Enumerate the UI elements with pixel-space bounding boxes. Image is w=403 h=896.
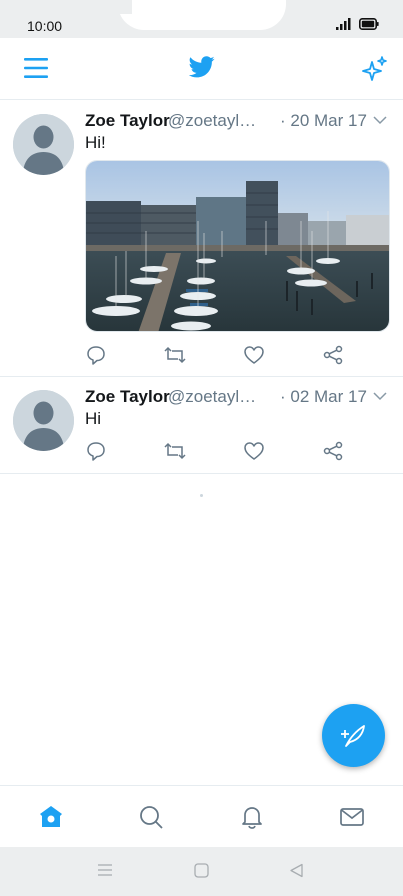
hamburger-icon [24,58,48,78]
reply-button[interactable] [85,344,107,366]
home-icon [194,863,209,878]
system-navigation-bar [0,847,403,896]
like-icon [244,442,264,460]
sparkle-icon [362,56,387,81]
loading-indicator [200,494,203,497]
tweet-header: Zoe Taylor @zoetaylor… · 02 Mar 17 [85,387,387,409]
status-icons [336,18,379,30]
top-tweets-button[interactable] [360,55,388,88]
app-header [0,38,403,100]
search-icon [140,806,163,829]
retweet-icon [164,442,186,460]
share-icon [323,345,343,365]
retweet-button[interactable] [164,344,186,366]
system-menu-button[interactable] [97,863,113,882]
reply-icon [87,346,105,365]
reply-icon [87,442,105,461]
bottom-navigation [0,785,403,847]
chevron-down-icon[interactable] [373,389,387,403]
hamburger-menu-button[interactable] [24,57,48,84]
compose-feather-icon [340,724,365,747]
twitter-bird-icon [188,56,215,78]
author-name[interactable]: Zoe Taylor [85,111,170,130]
harbour-photo [86,161,389,331]
back-icon [290,863,303,878]
tweet-header: Zoe Taylor @zoetaylor… · 20 Mar 17 [85,111,387,133]
tweet-date: · 02 Mar 17 [280,387,367,406]
nav-notifications[interactable] [238,803,266,831]
share-button[interactable] [322,344,344,366]
system-home-button[interactable] [194,863,209,883]
nav-search[interactable] [137,803,165,831]
signal-icon [336,18,351,30]
battery-icon [359,18,379,30]
status-bar: 10:00 [0,0,403,38]
twitter-logo [188,56,215,83]
default-avatar-icon [13,390,74,451]
author-handle[interactable]: @zoetaylor… [168,387,264,407]
nav-home[interactable] [37,803,65,831]
messages-icon [340,808,364,826]
tweet[interactable]: Zoe Taylor @zoetaylor… · 02 Mar 17 Hi [0,377,403,474]
avatar[interactable] [13,390,74,451]
like-icon [244,346,264,364]
tweet-actions [85,344,355,366]
retweet-button[interactable] [164,440,186,462]
default-avatar-icon [13,114,74,175]
share-icon [323,441,343,461]
reply-button[interactable] [85,440,107,462]
system-back-button[interactable] [289,863,304,883]
nav-messages[interactable] [338,803,366,831]
menu-icon [98,864,112,876]
notifications-icon [242,807,262,829]
like-button[interactable] [243,344,265,366]
tweet-actions [85,440,355,462]
compose-tweet-button[interactable] [322,704,385,767]
tweet-date: · 20 Mar 17 [280,111,367,130]
tweet-text: Hi! [85,133,106,152]
tweet-text: Hi [85,409,102,428]
display-notch [118,0,286,30]
tweet-media[interactable] [85,160,390,332]
status-time: 10:00 [27,18,63,34]
home-icon [40,806,62,827]
avatar[interactable] [13,114,74,175]
tweet[interactable]: Zoe Taylor @zoetaylor… · 20 Mar 17 Hi! [0,101,403,377]
author-handle[interactable]: @zoetaylor… [168,111,264,131]
share-button[interactable] [322,440,344,462]
like-button[interactable] [243,440,265,462]
retweet-icon [164,346,186,364]
chevron-down-icon[interactable] [373,113,387,127]
author-name[interactable]: Zoe Taylor [85,387,170,406]
